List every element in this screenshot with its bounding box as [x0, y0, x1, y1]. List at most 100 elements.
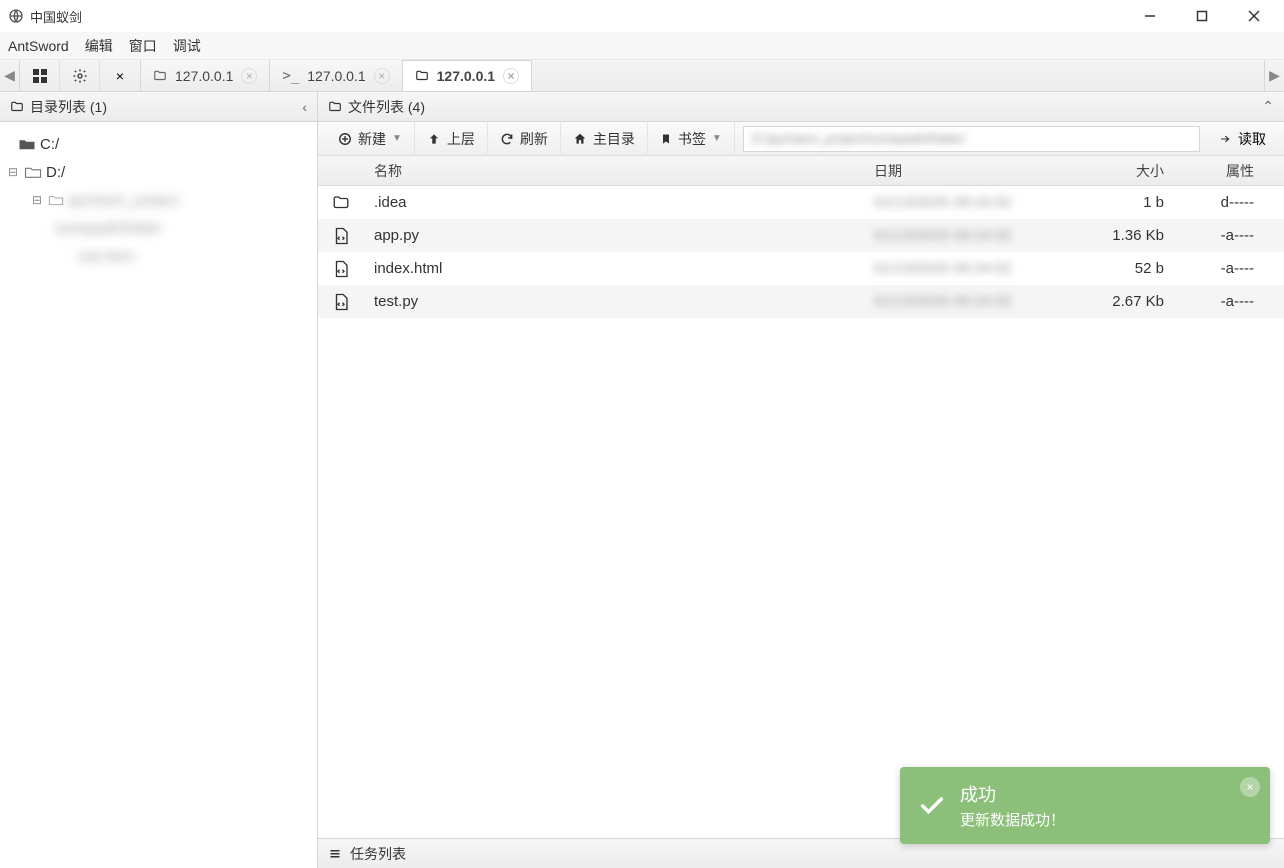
- file-size: 2.67 Kb: [1054, 293, 1174, 310]
- chevron-down-icon: ▼: [712, 133, 722, 144]
- terminal-icon: >_: [282, 68, 299, 84]
- home-icon: [573, 132, 587, 146]
- tab-close-icon[interactable]: ×: [503, 68, 519, 84]
- tab-close-icon[interactable]: ×: [374, 68, 390, 84]
- column-date[interactable]: 日期: [864, 161, 1054, 181]
- folder-open-icon: [24, 165, 42, 179]
- plus-icon: [338, 132, 352, 146]
- folder-icon: [332, 194, 350, 212]
- tab-folder-1[interactable]: 127.0.0.1 ×: [141, 60, 270, 91]
- column-attr[interactable]: 属性: [1174, 161, 1284, 181]
- tab-label: 127.0.0.1: [175, 68, 233, 84]
- home-button[interactable]: 主目录: [561, 122, 648, 156]
- file-panel-header: 文件列表 (4) ⌃: [318, 92, 1284, 122]
- file-date: 01/13/2025 09:24:52: [864, 227, 1054, 244]
- file-date: 01/13/2025 09:24:52: [864, 293, 1054, 310]
- tree-item[interactable]: ⊟ pycharm_project: [6, 186, 311, 214]
- file-date: 01/13/2025 09:24:52: [864, 194, 1054, 211]
- gear-icon[interactable]: [60, 60, 100, 91]
- menubar: AntSword 编辑 窗口 调试: [0, 32, 1284, 60]
- toast-close-icon[interactable]: ×: [1240, 777, 1260, 797]
- file-attr: -a----: [1174, 227, 1284, 244]
- tool-close-icon[interactable]: ×: [100, 60, 140, 91]
- tab-scroll-right[interactable]: ▶: [1264, 60, 1284, 91]
- tree-label: somepath/folder: [54, 220, 162, 237]
- up-button[interactable]: 上层: [415, 122, 488, 156]
- button-label: 刷新: [520, 129, 548, 149]
- close-button[interactable]: [1240, 2, 1268, 30]
- app-icon: [8, 8, 24, 24]
- check-icon: [918, 792, 946, 820]
- directory-panel-header: 目录列表 (1) ‹: [0, 92, 317, 122]
- table-row[interactable]: app.py 01/13/2025 09:24:52 1.36 Kb -a---…: [318, 219, 1284, 252]
- file-name: test.py: [364, 293, 864, 310]
- file-table-header: 名称 日期 大小 属性: [318, 156, 1284, 186]
- drive-icon: [18, 137, 36, 151]
- tree-item[interactable]: sub item: [6, 242, 311, 270]
- bookmark-button[interactable]: 书签 ▼: [648, 122, 735, 156]
- file-attr: -a----: [1174, 260, 1284, 277]
- tree-drive-c[interactable]: C:/: [6, 130, 311, 158]
- tab-terminal[interactable]: >_ 127.0.0.1 ×: [270, 60, 402, 91]
- window-title: 中国蚁剑: [30, 7, 1136, 26]
- menu-debug[interactable]: 调试: [173, 36, 201, 56]
- table-row[interactable]: test.py 01/13/2025 09:24:52 2.67 Kb -a--…: [318, 285, 1284, 318]
- tab-scroll-left[interactable]: ◀: [0, 60, 20, 91]
- folder-icon: [328, 100, 342, 114]
- file-panel-title: 文件列表 (4): [348, 97, 425, 117]
- tree-label: C:/: [40, 136, 59, 153]
- grid-icon[interactable]: [20, 60, 60, 91]
- tabstrip: ◀ × 127.0.0.1 × >_ 127.0.0.1 × 127.0.0.1…: [0, 60, 1284, 92]
- window-controls: [1136, 2, 1268, 30]
- task-list-title: 任务列表: [350, 844, 406, 864]
- column-name[interactable]: 名称: [364, 161, 864, 181]
- tab-close-icon[interactable]: ×: [241, 68, 257, 84]
- file-table-body: .idea 01/13/2025 09:24:52 1 b d----- app…: [318, 186, 1284, 838]
- directory-panel-title: 目录列表 (1): [30, 97, 107, 117]
- toast-success: 成功 更新数据成功！ ×: [900, 767, 1270, 844]
- collapse-up-icon[interactable]: ⌃: [1262, 98, 1274, 115]
- refresh-button[interactable]: 刷新: [488, 122, 561, 156]
- minimize-button[interactable]: [1136, 2, 1164, 30]
- titlebar: 中国蚁剑: [0, 0, 1284, 32]
- menu-edit[interactable]: 编辑: [85, 36, 113, 56]
- path-input[interactable]: D:/pycharm_project/somepath/folder/: [743, 126, 1200, 152]
- read-button[interactable]: 读取: [1208, 129, 1276, 149]
- button-label: 主目录: [593, 129, 635, 149]
- file-attr: d-----: [1174, 194, 1284, 211]
- file-name: index.html: [364, 260, 864, 277]
- collapse-left-icon[interactable]: ‹: [302, 99, 307, 115]
- refresh-icon: [500, 132, 514, 146]
- chevron-down-icon: ▼: [392, 133, 402, 144]
- maximize-button[interactable]: [1188, 2, 1216, 30]
- tab-folder-active[interactable]: 127.0.0.1 ×: [403, 60, 532, 91]
- column-size[interactable]: 大小: [1054, 161, 1174, 181]
- table-row[interactable]: index.html 01/13/2025 09:24:52 52 b -a--…: [318, 252, 1284, 285]
- directory-tree: C:/ ⊟ D:/ ⊟ pycharm_project somepath/fol…: [0, 122, 317, 278]
- file-size: 52 b: [1054, 260, 1174, 277]
- toast-message: 更新数据成功！: [960, 809, 1065, 830]
- tree-label: pycharm_project: [68, 192, 179, 209]
- button-label: 书签: [678, 129, 706, 149]
- tab-label: 127.0.0.1: [307, 68, 365, 84]
- tree-item[interactable]: somepath/folder: [6, 214, 311, 242]
- new-button[interactable]: 新建 ▼: [326, 122, 415, 156]
- file-name: app.py: [364, 227, 864, 244]
- tree-drive-d[interactable]: ⊟ D:/: [6, 158, 311, 186]
- tree-collapse-icon[interactable]: ⊟: [30, 193, 44, 207]
- arrow-right-icon: [1218, 133, 1232, 145]
- table-row[interactable]: .idea 01/13/2025 09:24:52 1 b d-----: [318, 186, 1284, 219]
- button-label: 读取: [1238, 129, 1266, 149]
- file-size: 1.36 Kb: [1054, 227, 1174, 244]
- file-attr: -a----: [1174, 293, 1284, 310]
- button-label: 上层: [447, 129, 475, 149]
- folder-icon: [153, 69, 167, 83]
- menu-window[interactable]: 窗口: [129, 36, 157, 56]
- arrow-up-icon: [427, 132, 441, 146]
- menu-app[interactable]: AntSword: [8, 38, 69, 54]
- tree-collapse-icon[interactable]: ⊟: [6, 165, 20, 179]
- folder-icon: [415, 69, 429, 83]
- tabstrip-tools: ×: [20, 60, 141, 91]
- folder-icon: [48, 193, 64, 207]
- list-icon: [328, 848, 342, 860]
